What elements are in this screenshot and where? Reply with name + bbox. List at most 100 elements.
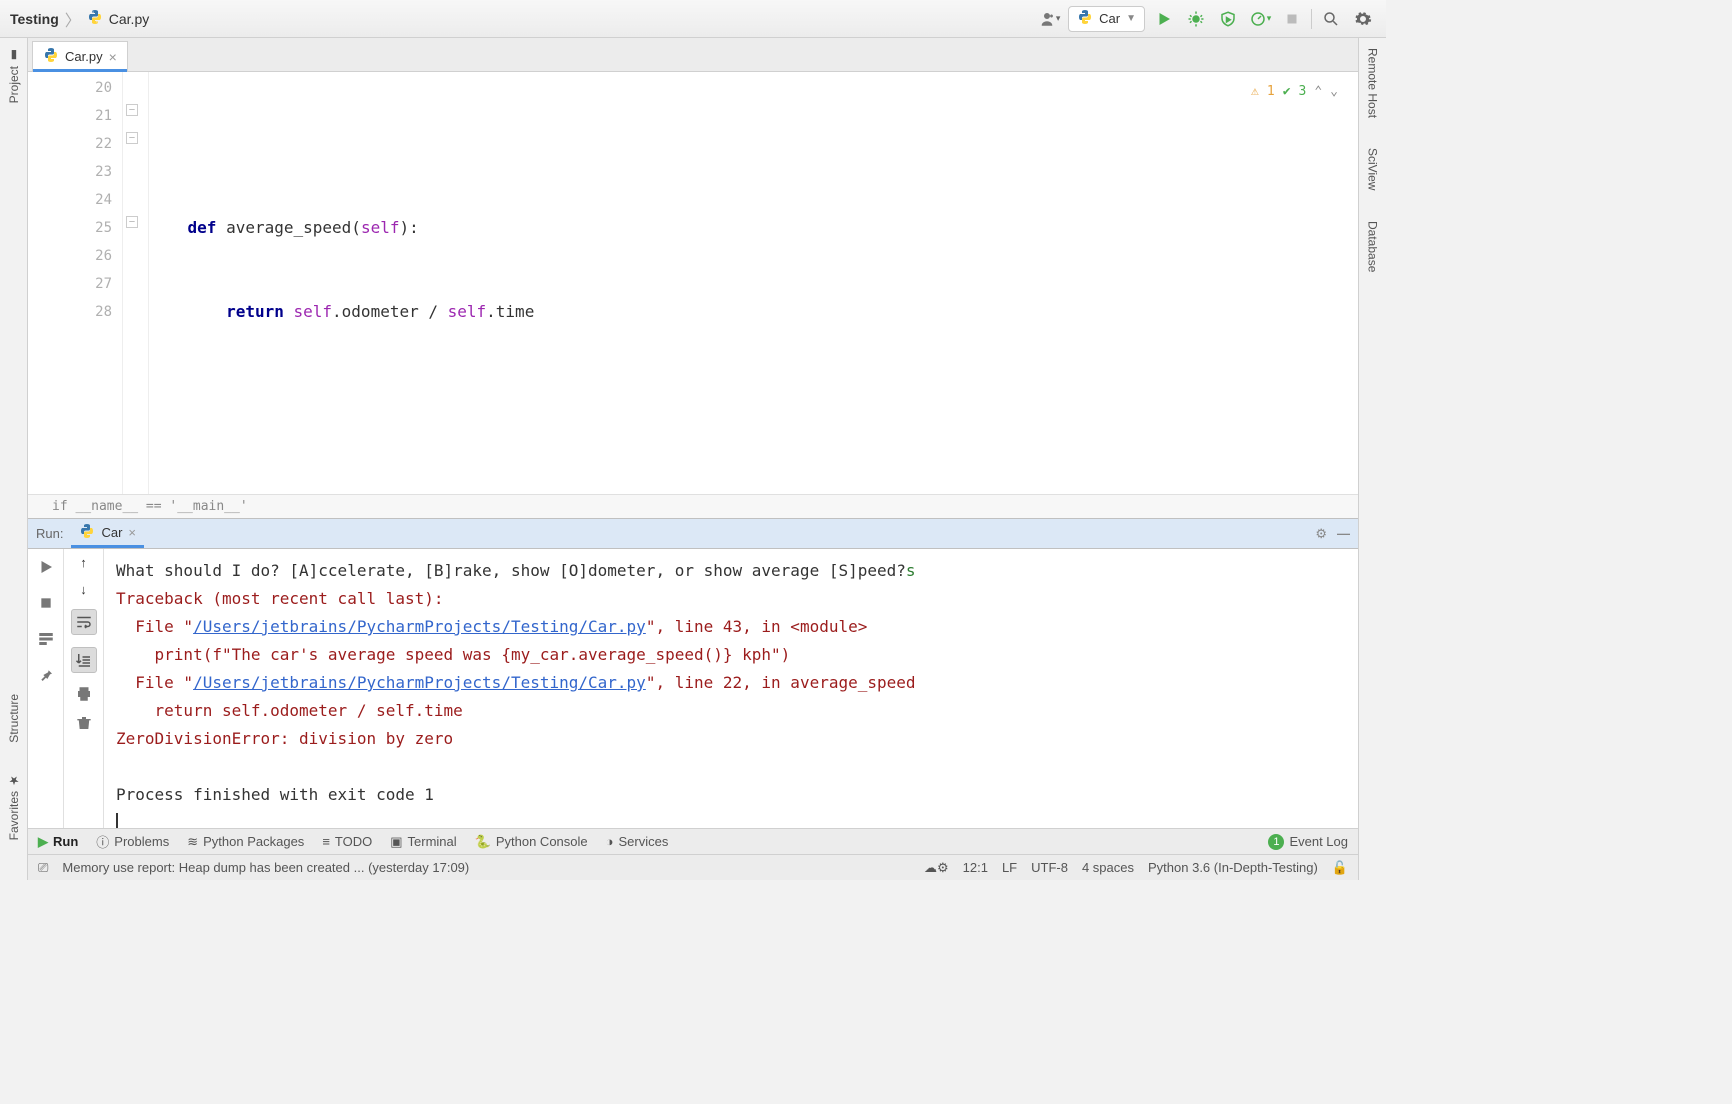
editor-tab-active[interactable]: Car.py × <box>32 41 128 71</box>
close-icon[interactable]: × <box>109 49 117 65</box>
console-user-input: s <box>906 561 916 580</box>
status-position[interactable]: 12:1 <box>963 860 988 875</box>
python-file-icon <box>1077 9 1093 28</box>
line-number[interactable]: 22 <box>28 130 112 158</box>
bottom-tool-run[interactable]: ▶Run <box>38 834 78 850</box>
breadcrumb[interactable]: Testing 〉 Car.py <box>10 7 149 31</box>
soft-wrap-button[interactable] <box>71 609 97 635</box>
layout-button[interactable] <box>34 627 58 651</box>
scroll-to-end-button[interactable] <box>71 647 97 673</box>
status-line-sep[interactable]: LF <box>1002 860 1017 875</box>
project-tool[interactable]: Project ▮ <box>7 48 21 103</box>
bottom-tool-eventlog[interactable]: 1Event Log <box>1268 834 1348 850</box>
bottom-tool-services[interactable]: ◑Services <box>606 834 669 849</box>
code-editor[interactable]: 20 21 22 23 24 25 26 27 28 – – – def ave… <box>28 72 1358 494</box>
line-number[interactable]: 25 <box>28 214 112 242</box>
line-number[interactable]: 27 <box>28 270 112 298</box>
bottom-tool-todo[interactable]: ≡TODO <box>322 834 372 849</box>
structure-tool[interactable]: Structure <box>7 694 21 743</box>
rerun-button[interactable] <box>34 555 58 579</box>
fold-marker-icon[interactable]: – <box>126 216 138 228</box>
run-button[interactable] <box>1151 6 1177 32</box>
status-indent[interactable]: 4 spaces <box>1082 860 1134 875</box>
profile-button[interactable]: ▾ <box>1247 6 1273 32</box>
ok-count: 3 <box>1299 78 1307 106</box>
editor-tabs: Car.py × <box>28 38 1358 72</box>
terminal-icon: ▣ <box>390 834 402 850</box>
stop-button[interactable] <box>1279 6 1305 32</box>
down-arrow-icon[interactable]: ↓ <box>80 582 87 597</box>
remote-host-tool[interactable]: Remote Host <box>1366 48 1380 118</box>
pin-icon[interactable] <box>34 663 58 687</box>
breadcrumb-project[interactable]: Testing <box>10 11 59 27</box>
play-icon: ▶ <box>38 834 48 850</box>
traceback-link[interactable]: /Users/jetbrains/PycharmProjects/Testing… <box>193 617 646 636</box>
run-config-selector[interactable]: Car ▼ <box>1068 6 1145 32</box>
line-number[interactable]: 26 <box>28 242 112 270</box>
run-tool-window: Run: Car × ⚙ — ↑ ↓ What should I do? [ <box>28 518 1358 828</box>
chevron-up-icon[interactable]: ⌃ <box>1314 78 1322 106</box>
bottom-tool-terminal[interactable]: ▣Terminal <box>390 834 456 850</box>
run-header: Run: Car × ⚙ — <box>28 519 1358 549</box>
line-number[interactable]: 28 <box>28 298 112 326</box>
bottom-tool-pyconsole[interactable]: 🐍Python Console <box>475 834 588 850</box>
line-number[interactable]: 23 <box>28 158 112 186</box>
stop-button[interactable] <box>34 591 58 615</box>
line-number[interactable]: 24 <box>28 186 112 214</box>
python-file-icon <box>79 523 95 542</box>
line-number[interactable]: 20 <box>28 74 112 102</box>
console-line: Traceback (most recent call last): <box>116 589 444 608</box>
info-icon: ⓘ <box>96 832 109 851</box>
chevron-right-icon: 〉 <box>65 7 81 31</box>
gear-icon[interactable] <box>1350 6 1376 32</box>
search-icon[interactable] <box>1318 6 1344 32</box>
fold-column[interactable]: – – – <box>123 72 149 494</box>
editor-tab-label: Car.py <box>65 49 103 64</box>
packages-icon: ≋ <box>187 834 198 850</box>
line-gutter[interactable]: 20 21 22 23 24 25 26 27 28 <box>28 72 123 494</box>
bottom-tool-packages[interactable]: ≋Python Packages <box>187 834 304 850</box>
bottom-tool-problems[interactable]: ⓘProblems <box>96 832 169 851</box>
trash-icon[interactable] <box>76 715 92 731</box>
context-breadcrumb[interactable]: if __name__ == '__main__' <box>28 494 1358 518</box>
python-file-icon <box>87 9 103 28</box>
print-icon[interactable] <box>75 685 93 703</box>
favorites-tool[interactable]: Favorites ★ <box>7 773 21 840</box>
status-message[interactable]: Memory use report: Heap dump has been cr… <box>62 860 469 875</box>
database-tool[interactable]: Database <box>1366 221 1380 272</box>
run-tab-label: Car <box>101 525 122 540</box>
status-encoding[interactable]: UTF-8 <box>1031 860 1068 875</box>
sciview-tool[interactable]: SciView <box>1366 148 1380 190</box>
line-number[interactable]: 21 <box>28 102 112 130</box>
run-toolbar-left <box>28 549 64 828</box>
python-icon: 🐍 <box>475 834 491 850</box>
fold-marker-icon[interactable]: – <box>126 104 138 116</box>
fold-marker-icon[interactable]: – <box>126 132 138 144</box>
breadcrumb-file[interactable]: Car.py <box>109 11 149 27</box>
minimize-icon[interactable]: — <box>1337 526 1350 542</box>
chevron-down-icon[interactable]: ⌄ <box>1330 78 1338 106</box>
bottom-tool-bar: ▶Run ⓘProblems ≋Python Packages ≡TODO ▣T… <box>28 828 1358 854</box>
coverage-button[interactable] <box>1215 6 1241 32</box>
code-area[interactable]: def average_speed(self): return self.odo… <box>149 72 1358 494</box>
gear-icon[interactable]: ⚙ <box>1315 526 1327 542</box>
up-arrow-icon[interactable]: ↑ <box>80 555 87 570</box>
add-user-icon[interactable]: ▾ <box>1036 6 1062 32</box>
status-bar: ⎚ Memory use report: Heap dump has been … <box>28 854 1358 880</box>
background-tasks-icon[interactable]: ☁⚙ <box>924 860 949 876</box>
inspections-widget[interactable]: ⚠1 ✔3 ⌃ ⌄ <box>1251 78 1338 106</box>
debug-button[interactable] <box>1183 6 1209 32</box>
folder-icon: ▮ <box>7 48 21 62</box>
run-title: Run: <box>36 526 63 541</box>
console-output[interactable]: What should I do? [A]ccelerate, [B]rake,… <box>104 549 1358 828</box>
run-tab[interactable]: Car × <box>71 520 144 548</box>
status-quick-icon[interactable]: ⎚ <box>38 860 48 876</box>
close-icon[interactable]: × <box>128 525 136 540</box>
status-interpreter[interactable]: Python 3.6 (In-Depth-Testing) <box>1148 860 1318 875</box>
lock-icon[interactable]: 🔓 <box>1332 860 1348 876</box>
right-tool-rail: Remote Host SciView Database <box>1358 38 1386 880</box>
console-line: return self.odometer / self.time <box>116 701 463 720</box>
warn-count: 1 <box>1267 78 1275 106</box>
star-icon: ★ <box>7 773 21 787</box>
traceback-link[interactable]: /Users/jetbrains/PycharmProjects/Testing… <box>193 673 646 692</box>
